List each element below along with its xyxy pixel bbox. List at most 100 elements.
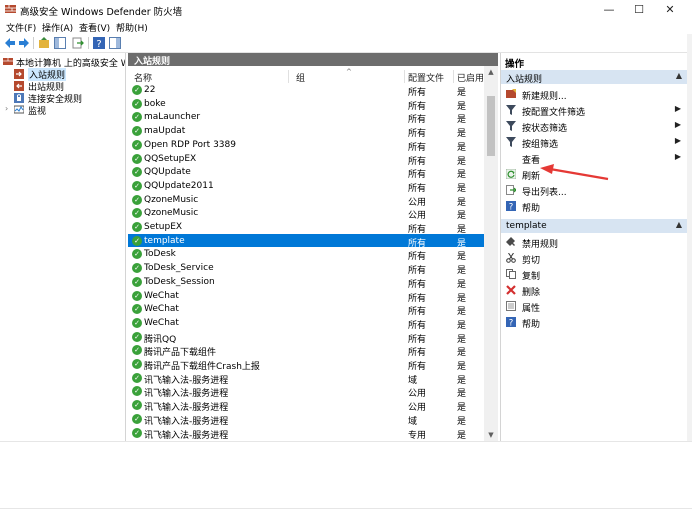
action-delete[interactable]: 删除: [501, 283, 688, 298]
collapse-caret-icon[interactable]: ▲: [676, 71, 682, 80]
collapse-caret-icon[interactable]: ▲: [676, 220, 682, 229]
export-icon[interactable]: [72, 37, 84, 49]
table-row[interactable]: ✓ 讯飞输入法-服务进程域是: [128, 371, 484, 386]
column-divider[interactable]: [288, 70, 289, 83]
table-row[interactable]: ✓ QzoneMusic 公用是: [128, 206, 484, 221]
rule-enabled-check-icon: ✓: [132, 359, 142, 369]
outbound-rules-icon: [14, 81, 24, 91]
rule-name: QzoneMusic: [144, 208, 199, 219]
rule-enabled-check-icon: ✓: [132, 235, 142, 246]
tree-item-label: 监视: [28, 107, 47, 117]
action-copy[interactable]: 复制: [501, 267, 688, 282]
menu-file[interactable]: 文件(F): [6, 21, 36, 34]
action-label: 删除: [522, 288, 541, 298]
table-row[interactable]: ✓ maLauncher 所有是: [128, 110, 484, 125]
table-row[interactable]: ✓ 讯飞输入法-服务进程 公用是: [128, 384, 484, 399]
table-row[interactable]: ✓ boke 所有是: [128, 97, 484, 112]
forward-arrow-icon[interactable]: [18, 37, 30, 49]
rule-name: maUpdat: [144, 126, 186, 137]
actions-pane: 操作 入站规则 ▲ 新建规则... 按配置文件筛选 ▶ 按状态筛选 ▶ 按组筛选…: [500, 53, 688, 441]
rule-enabled-check-icon: ✓: [132, 304, 142, 315]
svg-text:?: ?: [509, 203, 514, 212]
show-hide-tree-icon[interactable]: [54, 37, 66, 49]
filter-icon: [506, 121, 516, 131]
actions-section-inbound-rules[interactable]: 入站规则 ▲: [501, 70, 688, 85]
action-label: 帮助: [522, 204, 541, 214]
close-button[interactable]: ✕: [655, 0, 685, 20]
column-divider[interactable]: [453, 70, 454, 83]
rule-name: template: [144, 235, 185, 246]
table-row[interactable]: ✓ ToDesk 所有是: [128, 247, 484, 262]
copy-icon: [506, 269, 516, 279]
table-row[interactable]: ✓ WeChat 所有是: [128, 316, 484, 331]
table-row[interactable]: ✓ template 所有是: [128, 233, 484, 249]
action-properties[interactable]: 属性: [501, 299, 688, 314]
action-label: 按组筛选: [522, 140, 559, 150]
table-row[interactable]: ✓ 腾讯QQ 所有是: [128, 330, 484, 345]
action-export-list[interactable]: 导出列表...: [501, 183, 688, 198]
rule-name: QQUpdate: [144, 167, 191, 178]
chevron-right-icon[interactable]: ›: [5, 104, 8, 113]
back-arrow-icon[interactable]: [4, 37, 16, 49]
rules-panel: 入站规则 名称 组 ^ 配置文件 已启用 ✓ 22 所有是 ✓ boke 所有是 ✓ maLa…: [128, 53, 498, 441]
cut-icon: [506, 253, 516, 263]
action-label: 帮助: [522, 320, 541, 330]
up-folder-icon[interactable]: [38, 37, 50, 49]
scrollbar-thumb[interactable]: [487, 96, 495, 156]
action-disable-rule[interactable]: 禁用规则: [501, 235, 688, 250]
window-scrollbar[interactable]: [687, 34, 692, 441]
rule-profile: 专用: [408, 430, 427, 441]
minimize-button[interactable]: —: [594, 0, 624, 20]
menu-view[interactable]: 查看(V): [79, 21, 110, 34]
action-help-selected[interactable]: ? 帮助: [501, 315, 688, 330]
rule-enabled-check-icon: ✓: [132, 263, 142, 274]
actions-title: 操作: [505, 59, 525, 70]
table-row[interactable]: ✓ QQUpdate 所有是: [128, 165, 484, 180]
table-row[interactable]: ✓ SetupEX 所有是: [128, 220, 484, 235]
table-row[interactable]: ✓ ToDesk_Service 所有是: [128, 261, 484, 276]
table-row[interactable]: ✓ 22 所有是: [128, 83, 484, 98]
table-row[interactable]: ✓ Open RDP Port 3389 所有是: [128, 138, 484, 153]
rule-enabled-check-icon: ✓: [132, 345, 142, 356]
table-row[interactable]: ✓ WeChat 所有是: [128, 289, 484, 304]
action-help[interactable]: ? 帮助: [501, 199, 688, 214]
action-cut[interactable]: 剪切: [501, 251, 688, 266]
rule-enabled-check-icon: ✓: [132, 400, 142, 411]
action-filter-by-group[interactable]: 按组筛选 ▶: [501, 135, 688, 150]
action-filter-by-state[interactable]: 按状态筛选 ▶: [501, 119, 688, 134]
rule-enabled-check-icon: ✓: [132, 413, 142, 424]
table-row[interactable]: ✓ 腾讯产品下载组件 所有是: [128, 343, 484, 358]
submenu-arrow-icon: ▶: [674, 136, 681, 145]
scroll-up-icon[interactable]: ▲: [484, 66, 498, 78]
maximize-button[interactable]: ☐: [624, 0, 654, 20]
column-divider[interactable]: [404, 70, 405, 83]
menu-action[interactable]: 操作(A): [42, 21, 73, 34]
column-headers: 名称 组 ^ 配置文件 已启用: [128, 68, 484, 84]
new-rule-icon: [506, 89, 516, 98]
table-row[interactable]: ✓ ToDesk_Session 所有是: [128, 275, 484, 290]
export-list-icon: [506, 185, 516, 195]
scroll-down-icon[interactable]: ▼: [484, 429, 498, 441]
rule-enabled-check-icon: ✓: [132, 208, 142, 219]
vertical-scrollbar[interactable]: ▲ ▼: [484, 66, 498, 441]
show-action-pane-icon[interactable]: [109, 37, 121, 49]
rule-enabled-check-icon: ✓: [132, 180, 142, 191]
table-row[interactable]: ✓ 讯飞输入法-服务进程 公用是: [128, 398, 484, 413]
help-icon[interactable]: ?: [93, 37, 105, 49]
table-row[interactable]: ✓ QQUpdate2011 所有是: [128, 179, 484, 194]
table-row[interactable]: ✓ maUpdat 所有是: [128, 124, 484, 139]
window-title: 高级安全 Windows Defender 防火墙: [20, 7, 183, 18]
table-row[interactable]: ✓ 讯飞输入法-服务进程域是: [128, 412, 484, 427]
actions-section-selected-rule[interactable]: template ▲: [501, 219, 688, 233]
rule-enabled-check-icon: ✓: [132, 126, 142, 137]
table-row[interactable]: ✓ QQSetupEX 所有是: [128, 152, 484, 167]
menu-help[interactable]: 帮助(H): [116, 21, 148, 34]
table-row[interactable]: ✓ 腾讯产品下载组件Crash上报 所有是: [128, 357, 484, 372]
action-filter-by-profile[interactable]: 按配置文件筛选 ▶: [501, 103, 688, 118]
action-new-rule[interactable]: 新建规则...: [501, 87, 688, 102]
submenu-arrow-icon: ▶: [674, 152, 681, 161]
table-row[interactable]: ✓ 讯飞输入法-服务进程 专用 是: [128, 426, 484, 441]
firewall-app-icon: [5, 5, 16, 13]
table-row[interactable]: ✓ WeChat 所有是: [128, 302, 484, 317]
table-row[interactable]: ✓ QzoneMusic 公用是: [128, 193, 484, 208]
